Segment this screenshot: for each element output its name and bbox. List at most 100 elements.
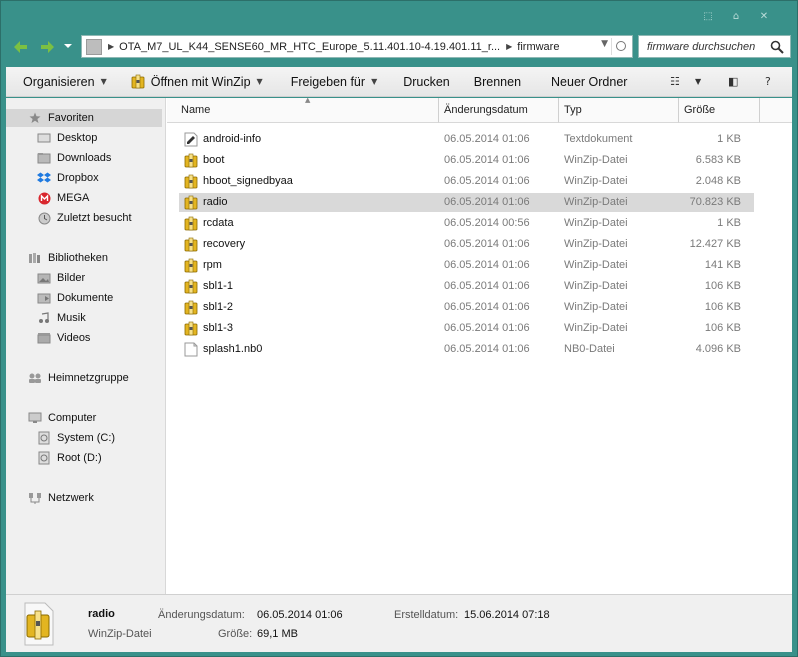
file-name: rpm <box>203 259 222 271</box>
column-header-label: Name <box>181 104 211 116</box>
downloads-folder-icon <box>37 151 51 165</box>
file-size: 106 KB <box>704 322 741 334</box>
search-placeholder: firmware durchsuchen <box>647 41 756 53</box>
address-bar[interactable]: ▶ OTA_M7_UL_K44_SENSE60_MR_HTC_Europe_5.… <box>81 35 633 58</box>
file-size: 70.823 KB <box>689 196 741 208</box>
file-row[interactable]: rpm 06.05.2014 01:06 WinZip-Datei 141 KB <box>179 256 754 275</box>
maximize-button[interactable]: ⌂ <box>725 9 747 25</box>
column-header-size[interactable]: Größe <box>679 98 760 123</box>
file-size: 2.048 KB <box>695 175 741 187</box>
search-box[interactable]: firmware durchsuchen <box>638 35 791 58</box>
file-row[interactable]: sbl1-2 06.05.2014 01:06 WinZip-Datei 106 KB <box>179 298 754 317</box>
file-size: 141 KB <box>704 259 741 271</box>
recent-places-icon <box>37 211 51 225</box>
back-button[interactable] <box>11 39 29 55</box>
file-type: WinZip-Datei <box>564 196 628 208</box>
file-type: WinZip-Datei <box>564 259 628 271</box>
file-name: splash1.nb0 <box>203 343 263 355</box>
text-file-icon <box>184 132 198 147</box>
file-row[interactable]: boot 06.05.2014 01:06 WinZip-Datei 6.583 KB <box>179 151 754 170</box>
file-row[interactable]: recovery 06.05.2014 01:06 WinZip-Datei 12.4… <box>179 235 754 254</box>
search-icon[interactable] <box>770 40 784 54</box>
organize-button[interactable]: Organisieren ▼ <box>6 67 117 97</box>
file-type: WinZip-Datei <box>564 217 628 229</box>
help-icon[interactable]: ? <box>765 75 771 88</box>
file-type: WinZip-Datei <box>564 175 628 187</box>
chevron-down-icon: ▼ <box>371 77 378 86</box>
file-row[interactable]: sbl1-1 06.05.2014 01:06 WinZip-Datei 106 KB <box>179 277 754 296</box>
navigation-pane: Favoriten Desktop Downloads Dropbox MEGA… <box>6 98 166 594</box>
winzip-icon <box>184 174 198 189</box>
sidebar-item-homegroup[interactable]: Heimnetzgruppe <box>6 369 162 387</box>
sidebar-item-computer[interactable]: Computer <box>6 409 162 427</box>
sidebar-item-videos[interactable]: Videos <box>6 329 162 347</box>
sidebar-item-drive-d[interactable]: Root (D:) <box>6 449 162 467</box>
breadcrumb-item-firmware[interactable]: firmware <box>517 41 559 53</box>
file-date: 06.05.2014 01:06 <box>444 133 530 145</box>
recent-locations-button[interactable] <box>63 41 73 57</box>
file-row[interactable]: hboot_signedbyaa 06.05.2014 01:06 WinZip-D… <box>179 172 754 191</box>
sidebar-item-documents[interactable]: Dokumente <box>6 289 162 307</box>
column-header-date[interactable]: Änderungsdatum <box>439 98 559 123</box>
sidebar-item-libraries[interactable]: Bibliotheken <box>6 249 162 267</box>
close-button[interactable]: ✕ <box>753 9 775 25</box>
winzip-icon <box>131 74 145 89</box>
print-button[interactable]: Drucken <box>387 67 460 97</box>
file-size: 106 KB <box>704 280 741 292</box>
breadcrumb-separator-icon: ▶ <box>108 42 115 51</box>
sidebar-item-downloads[interactable]: Downloads <box>6 149 162 167</box>
share-button[interactable]: Freigeben für ▼ <box>273 67 388 97</box>
refresh-icon[interactable] <box>616 41 626 51</box>
address-divider <box>611 38 612 55</box>
folder-icon <box>86 38 102 55</box>
sidebar-item-label: Downloads <box>57 152 112 164</box>
title-bar: ⬚ ⌂ ✕ <box>1 1 797 31</box>
sidebar-item-label: Dokumente <box>57 292 114 304</box>
sidebar-item-desktop[interactable]: Desktop <box>6 129 162 147</box>
new-folder-label: Neuer Ordner <box>551 74 628 89</box>
column-header-type[interactable]: Typ <box>559 98 679 123</box>
file-row[interactable]: splash1.nb0 06.05.2014 01:06 NB0-Datei 4.09… <box>179 340 754 359</box>
breadcrumb-item-ota[interactable]: OTA_M7_UL_K44_SENSE60_MR_HTC_Europe_5.11… <box>119 41 500 53</box>
sidebar-item-music[interactable]: Musik <box>6 309 162 327</box>
winzip-icon <box>184 195 198 210</box>
sidebar-item-dropbox[interactable]: Dropbox <box>6 169 162 187</box>
new-folder-button[interactable]: Neuer Ordner <box>531 67 637 97</box>
details-created-label: Erstelldatum: <box>394 609 459 621</box>
details-file-type: WinZip-Datei <box>88 628 152 640</box>
forward-button[interactable] <box>39 39 57 55</box>
address-dropdown-icon[interactable]: ▼ <box>601 39 608 49</box>
burn-button[interactable]: Brennen <box>460 67 531 97</box>
file-date: 06.05.2014 01:06 <box>444 322 530 334</box>
view-options-icon[interactable]: ☷ <box>670 75 680 88</box>
sidebar-item-favorites[interactable]: Favoriten <box>6 109 162 127</box>
column-header-name[interactable]: ▲ Name <box>167 96 439 123</box>
sidebar-item-network[interactable]: Netzwerk <box>6 489 162 507</box>
details-file-name: radio <box>88 608 115 620</box>
file-row[interactable]: rcdata 06.05.2014 00:56 WinZip-Datei 1 KB <box>179 214 754 233</box>
file-type: WinZip-Datei <box>564 322 628 334</box>
sidebar-item-pictures[interactable]: Bilder <box>6 269 162 287</box>
network-icon <box>28 491 42 505</box>
chevron-down-icon[interactable]: ▼ <box>695 77 701 86</box>
minimize-button[interactable]: ⬚ <box>697 9 719 25</box>
file-row[interactable]: sbl1-3 06.05.2014 01:06 WinZip-Datei 106 KB <box>179 319 754 338</box>
sidebar-item-label: MEGA <box>57 192 90 204</box>
file-type: WinZip-Datei <box>564 154 628 166</box>
details-size-label: Größe: <box>218 628 253 640</box>
details-created-value: 15.06.2014 07:18 <box>464 609 550 621</box>
file-date: 06.05.2014 01:06 <box>444 280 530 292</box>
file-row[interactable]: radio 06.05.2014 01:06 WinZip-Datei 70.823 … <box>179 193 754 212</box>
sidebar-item-recent[interactable]: Zuletzt besucht <box>6 209 162 227</box>
sidebar-item-label: Favoriten <box>48 112 94 124</box>
sidebar-item-label: Bibliotheken <box>48 252 108 264</box>
column-header-label: Größe <box>684 104 716 116</box>
burn-label: Brennen <box>473 74 522 89</box>
sidebar-item-drive-c[interactable]: System (C:) <box>6 429 162 447</box>
preview-pane-icon[interactable]: ◧ <box>728 75 738 88</box>
sidebar-item-mega[interactable]: MEGA <box>6 189 162 207</box>
file-name: sbl1-3 <box>203 322 233 334</box>
file-row[interactable]: android-info 06.05.2014 01:06 Textdokument… <box>179 130 754 149</box>
open-with-winzip-button[interactable]: Öffnen mit WinZip ▼ <box>117 67 273 97</box>
computer-icon <box>28 411 42 425</box>
